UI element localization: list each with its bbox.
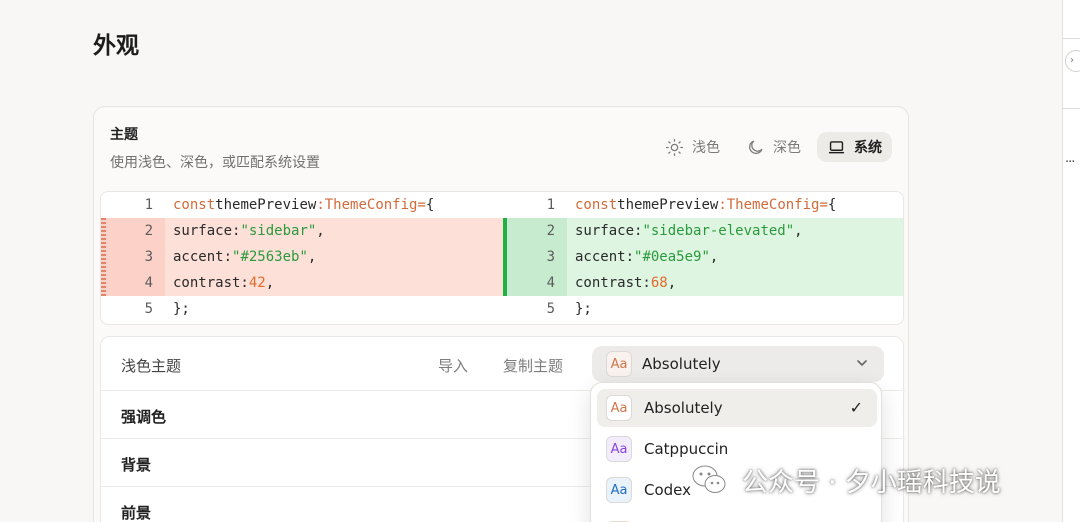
theme-description: 使用浅色、深色，或匹配系统设置	[110, 155, 320, 171]
wechat-icon	[692, 465, 726, 493]
addition-marker	[503, 218, 507, 296]
diff-line-deleted: 4 contrast: 42,	[101, 270, 503, 296]
line-number: 1	[546, 197, 555, 213]
theme-badge-icon: Aa	[606, 351, 632, 377]
diff-line: 1 const themePreview: ThemeConfig = {	[101, 192, 503, 218]
line-number: 2	[101, 218, 165, 244]
diff-pane-after: 1 const themePreview: ThemeConfig = { 2 …	[503, 192, 903, 324]
more-icon[interactable]: ···	[1065, 155, 1075, 170]
background-label: 背景	[121, 456, 152, 474]
theme-diff-preview: 1 const themePreview: ThemeConfig = { 2 …	[100, 191, 904, 325]
watermark: 公众号 · 夕小瑶科技说	[688, 458, 1001, 502]
theme-title: 主题	[110, 127, 138, 143]
theme-option-label: Codex	[644, 481, 692, 499]
panel-divider	[1063, 38, 1080, 39]
mode-system-button[interactable]: 系统	[817, 132, 892, 162]
page-title: 外观	[93, 33, 139, 59]
diff-line-deleted: 3 accent: "#2563eb",	[101, 244, 503, 270]
line-number: 4	[101, 270, 165, 296]
moon-icon	[749, 140, 763, 154]
line-number: 3	[503, 244, 567, 270]
accent-color-label: 强调色	[121, 408, 167, 426]
foreground-label: 前景	[121, 504, 152, 522]
deletion-marker	[101, 218, 106, 296]
diff-line-added: 4 contrast: 68,	[503, 270, 903, 296]
line-number: 2	[503, 218, 567, 244]
chevron-circle-icon[interactable]: ›	[1065, 50, 1080, 72]
diff-line: 1 const themePreview: ThemeConfig = {	[503, 192, 903, 218]
line-number: 4	[503, 270, 567, 296]
chevron-down-icon	[857, 360, 867, 367]
mode-light-label: 浅色	[692, 140, 720, 156]
panel-divider	[1063, 108, 1080, 109]
theme-badge-icon: Aa	[606, 477, 632, 503]
line-number: 3	[101, 244, 165, 270]
mode-system-label: 系统	[854, 140, 882, 156]
theme-badge-icon: Aa	[606, 436, 632, 462]
diff-pane-before: 1 const themePreview: ThemeConfig = { 2 …	[101, 192, 503, 324]
diff-line-deleted: 2 surface: "sidebar",	[101, 218, 503, 244]
mode-dark-button[interactable]: 深色	[736, 132, 811, 162]
import-button[interactable]: 导入	[438, 355, 468, 376]
diff-line-added: 2 surface: "sidebar-elevated",	[503, 218, 903, 244]
line-number: 1	[144, 197, 153, 213]
right-side-panel: › ···	[1062, 0, 1080, 522]
diff-line: 5 };	[101, 296, 503, 322]
line-number: 5	[546, 301, 555, 317]
theme-option-label: Catppuccin	[644, 440, 729, 458]
theme-select[interactable]: Aa Absolutely	[592, 346, 884, 382]
light-theme-label: 浅色主题	[121, 357, 182, 375]
theme-mode-toggle: 浅色 深色 系统	[655, 132, 892, 162]
line-number: 5	[144, 301, 153, 317]
diff-line-added: 3 accent: "#0ea5e9",	[503, 244, 903, 270]
diff-line: 5 };	[503, 296, 903, 322]
mode-light-button[interactable]: 浅色	[655, 132, 730, 162]
watermark-text: 公众号 · 夕小瑶科技说	[742, 467, 1001, 498]
sun-icon	[665, 138, 684, 156]
theme-option-label: Absolutely	[644, 399, 723, 417]
theme-select-value: Absolutely	[642, 355, 721, 373]
copy-theme-button[interactable]: 复制主题	[503, 355, 563, 376]
laptop-icon	[828, 140, 845, 153]
check-icon: ✓	[849, 398, 863, 417]
theme-option-absolutely[interactable]: Aa Absolutely ✓	[597, 389, 877, 427]
mode-dark-label: 深色	[773, 140, 801, 156]
theme-badge-icon: Aa	[606, 395, 632, 421]
